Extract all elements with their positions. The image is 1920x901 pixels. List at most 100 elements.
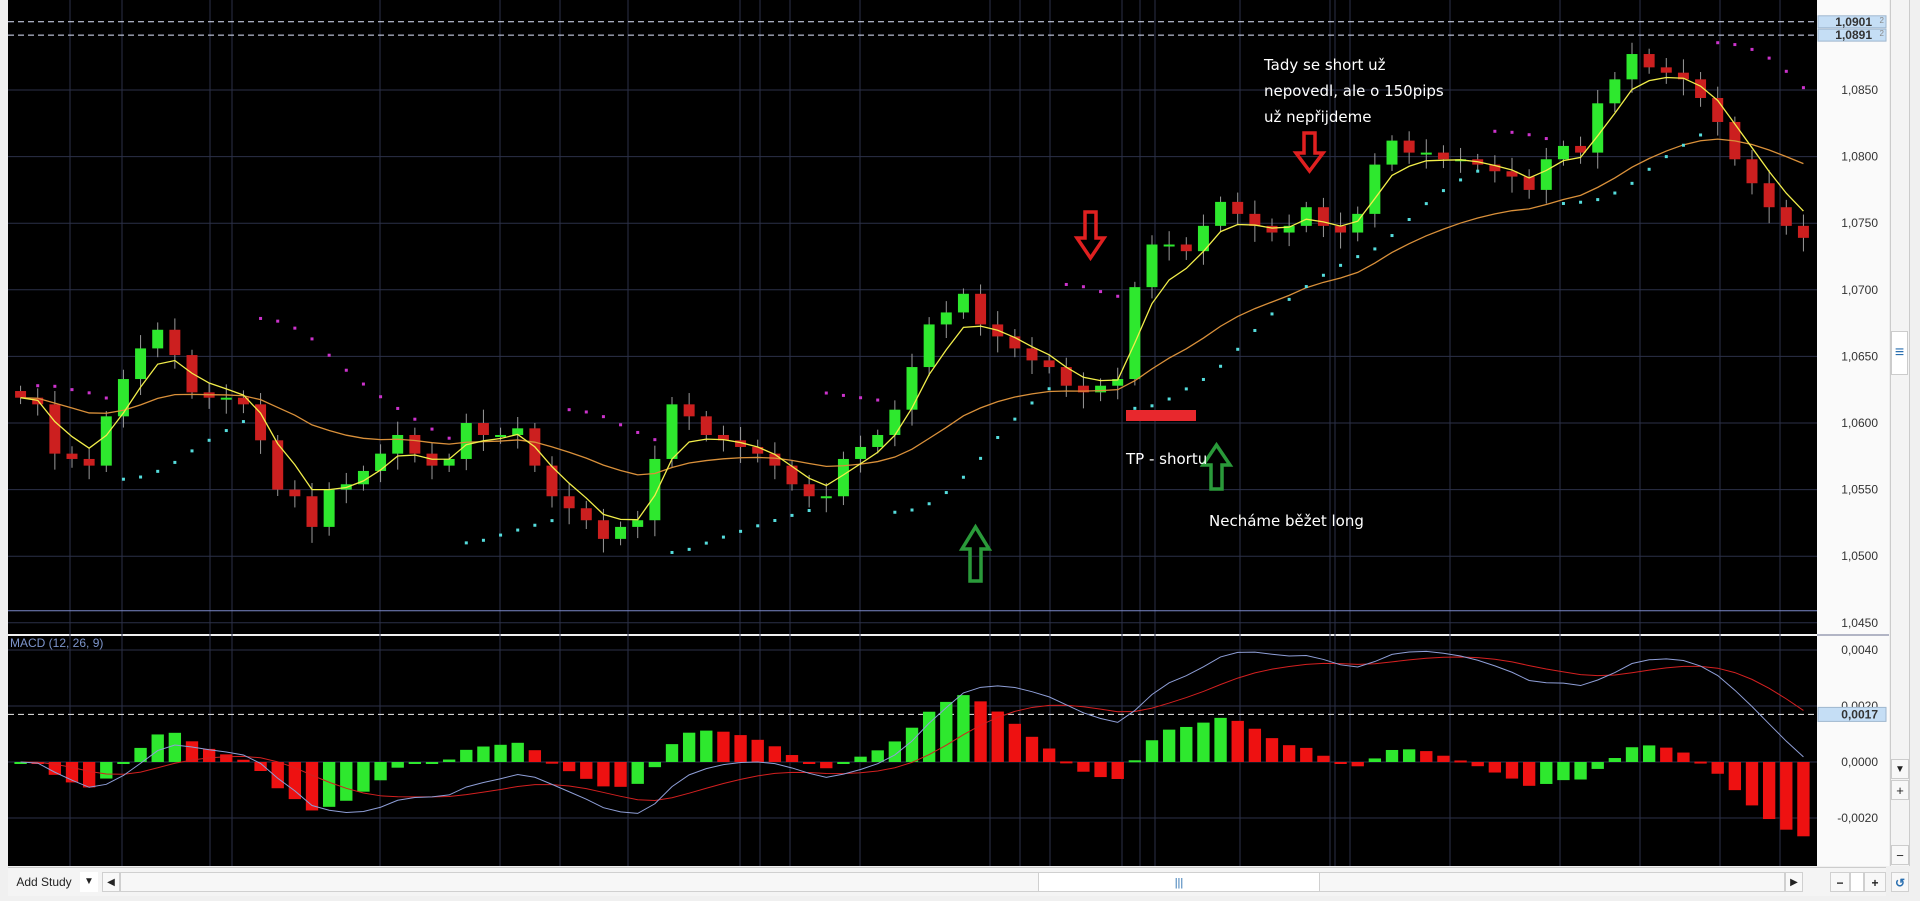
macd-histogram-bar bbox=[1454, 760, 1467, 763]
candle-up bbox=[495, 434, 507, 437]
annotation-line: Tady se short už bbox=[1264, 56, 1386, 74]
macd-histogram-bar bbox=[1214, 717, 1227, 762]
parabolic-sar-dot bbox=[979, 456, 983, 460]
macd-histogram-bar bbox=[1248, 728, 1262, 762]
price-marker-superscript: 2 bbox=[1880, 29, 1885, 38]
chart-canvas[interactable]: 1,0850 1,0800 1,0750 1,0700 1,0650 1,0600 1,05… bbox=[0, 0, 1920, 901]
candle-down bbox=[769, 453, 781, 466]
macd-histogram-bar bbox=[511, 742, 524, 762]
parabolic-sar-dot bbox=[1013, 417, 1017, 421]
macd-histogram-bar bbox=[1642, 745, 1656, 762]
parabolic-sar-dot bbox=[619, 423, 623, 427]
parabolic-sar-dot bbox=[790, 513, 794, 517]
macd-histogram-bar bbox=[1231, 720, 1244, 762]
parabolic-sar-dot bbox=[1424, 202, 1428, 206]
macd-histogram-bar bbox=[854, 756, 867, 762]
price-tick-label: 1,0750 bbox=[1841, 216, 1878, 230]
macd-histogram-bar bbox=[1505, 762, 1519, 779]
macd-histogram-bar bbox=[117, 762, 130, 764]
parabolic-sar-dot bbox=[259, 316, 263, 320]
vertical-zoom-out-button[interactable]: − bbox=[1891, 845, 1909, 865]
candle-down bbox=[1403, 140, 1415, 153]
annotation-line: už nepřijdeme bbox=[1264, 108, 1372, 126]
macd-histogram-bar bbox=[220, 754, 233, 762]
price-tick-label: 1,0450 bbox=[1841, 616, 1878, 630]
parabolic-sar-dot bbox=[1339, 263, 1343, 267]
macd-histogram-bar bbox=[1728, 762, 1742, 791]
candle-up bbox=[220, 397, 232, 400]
macd-histogram-bar bbox=[1180, 726, 1193, 762]
macd-histogram-bar bbox=[1625, 747, 1639, 762]
candle-down bbox=[1712, 97, 1724, 122]
candle-up bbox=[1420, 152, 1432, 155]
vertical-scroll-thumb[interactable]: ≡ bbox=[1891, 331, 1908, 375]
add-study-dropdown[interactable]: ▼ bbox=[80, 872, 98, 892]
price-pane[interactable] bbox=[8, 0, 1817, 634]
parabolic-sar-dot bbox=[499, 533, 503, 537]
vertical-zoom-in-button[interactable]: + bbox=[1891, 780, 1909, 800]
parabolic-sar-dot bbox=[156, 469, 160, 473]
candle-down bbox=[1026, 348, 1038, 361]
parabolic-sar-dot bbox=[293, 326, 297, 330]
zoom-out-button[interactable]: − bbox=[1830, 872, 1850, 892]
macd-histogram-bar bbox=[580, 762, 593, 779]
parabolic-sar-dot bbox=[601, 415, 605, 419]
candle-up bbox=[460, 423, 472, 459]
parabolic-sar-dot bbox=[379, 395, 383, 399]
parabolic-sar-dot bbox=[104, 396, 108, 400]
parabolic-sar-dot bbox=[1664, 155, 1668, 159]
macd-histogram-bar bbox=[648, 762, 662, 768]
macd-histogram-bar bbox=[751, 739, 764, 762]
macd-histogram-bar bbox=[768, 746, 782, 762]
horizontal-scroll-track[interactable] bbox=[120, 872, 1785, 892]
candle-up bbox=[957, 293, 969, 313]
parabolic-sar-dot bbox=[241, 420, 245, 424]
parabolic-sar-dot bbox=[1733, 43, 1737, 47]
parabolic-sar-dot bbox=[1304, 285, 1308, 289]
macd-histogram-bar bbox=[494, 744, 507, 762]
take-profit-marker bbox=[1126, 410, 1196, 421]
vertical-scrollbar[interactable]: ≡ ▼ + − bbox=[1890, 0, 1910, 866]
candle-down bbox=[1437, 152, 1449, 160]
parabolic-sar-dot bbox=[413, 417, 417, 421]
parabolic-sar-dot bbox=[1476, 169, 1480, 173]
macd-histogram-bar bbox=[1557, 762, 1570, 781]
candle-up bbox=[940, 312, 952, 325]
macd-histogram-bar bbox=[1762, 762, 1776, 820]
price-tick-label: 1,0600 bbox=[1841, 416, 1878, 430]
candle-up bbox=[1300, 207, 1312, 226]
scroll-left-button[interactable]: ◀ bbox=[102, 872, 120, 892]
candle-down bbox=[1335, 225, 1347, 233]
reset-zoom-button[interactable]: ↺ bbox=[1891, 872, 1909, 892]
parabolic-sar-dot bbox=[1544, 137, 1548, 141]
candle-up bbox=[1626, 54, 1638, 80]
macd-histogram-bar bbox=[785, 755, 799, 762]
candle-down bbox=[803, 484, 815, 497]
parabolic-sar-dot bbox=[996, 435, 1000, 439]
candle-down bbox=[1232, 201, 1244, 214]
parabolic-sar-dot bbox=[1064, 282, 1068, 286]
macd-histogram-bar bbox=[1574, 762, 1587, 780]
macd-histogram-bar bbox=[477, 746, 490, 762]
parabolic-sar-dot bbox=[927, 502, 931, 506]
macd-histogram-bar bbox=[1128, 760, 1142, 763]
zoom-in-button[interactable]: + bbox=[1864, 872, 1886, 892]
candle-down bbox=[1797, 225, 1809, 238]
macd-histogram-bar bbox=[340, 762, 353, 801]
scroll-down-button[interactable]: ▼ bbox=[1891, 759, 1909, 779]
candle-up bbox=[375, 453, 387, 471]
add-study-button[interactable]: Add Study bbox=[10, 872, 78, 892]
horizontal-scroll-thumb[interactable]: ||| bbox=[1038, 872, 1320, 892]
candle-down bbox=[83, 458, 95, 466]
macd-histogram-bar bbox=[700, 730, 713, 762]
parabolic-sar-dot bbox=[670, 550, 674, 554]
price-axis[interactable] bbox=[1817, 0, 1889, 866]
macd-histogram-bar bbox=[1402, 749, 1416, 762]
zoom-slider[interactable] bbox=[1850, 872, 1864, 892]
scroll-right-button[interactable]: ▶ bbox=[1785, 872, 1803, 892]
parabolic-sar-dot bbox=[1441, 189, 1445, 193]
candle-down bbox=[563, 496, 575, 509]
price-marker-label: 1,0891 bbox=[1835, 28, 1872, 42]
parabolic-sar-dot bbox=[207, 438, 211, 442]
macd-histogram-bar bbox=[802, 762, 816, 764]
